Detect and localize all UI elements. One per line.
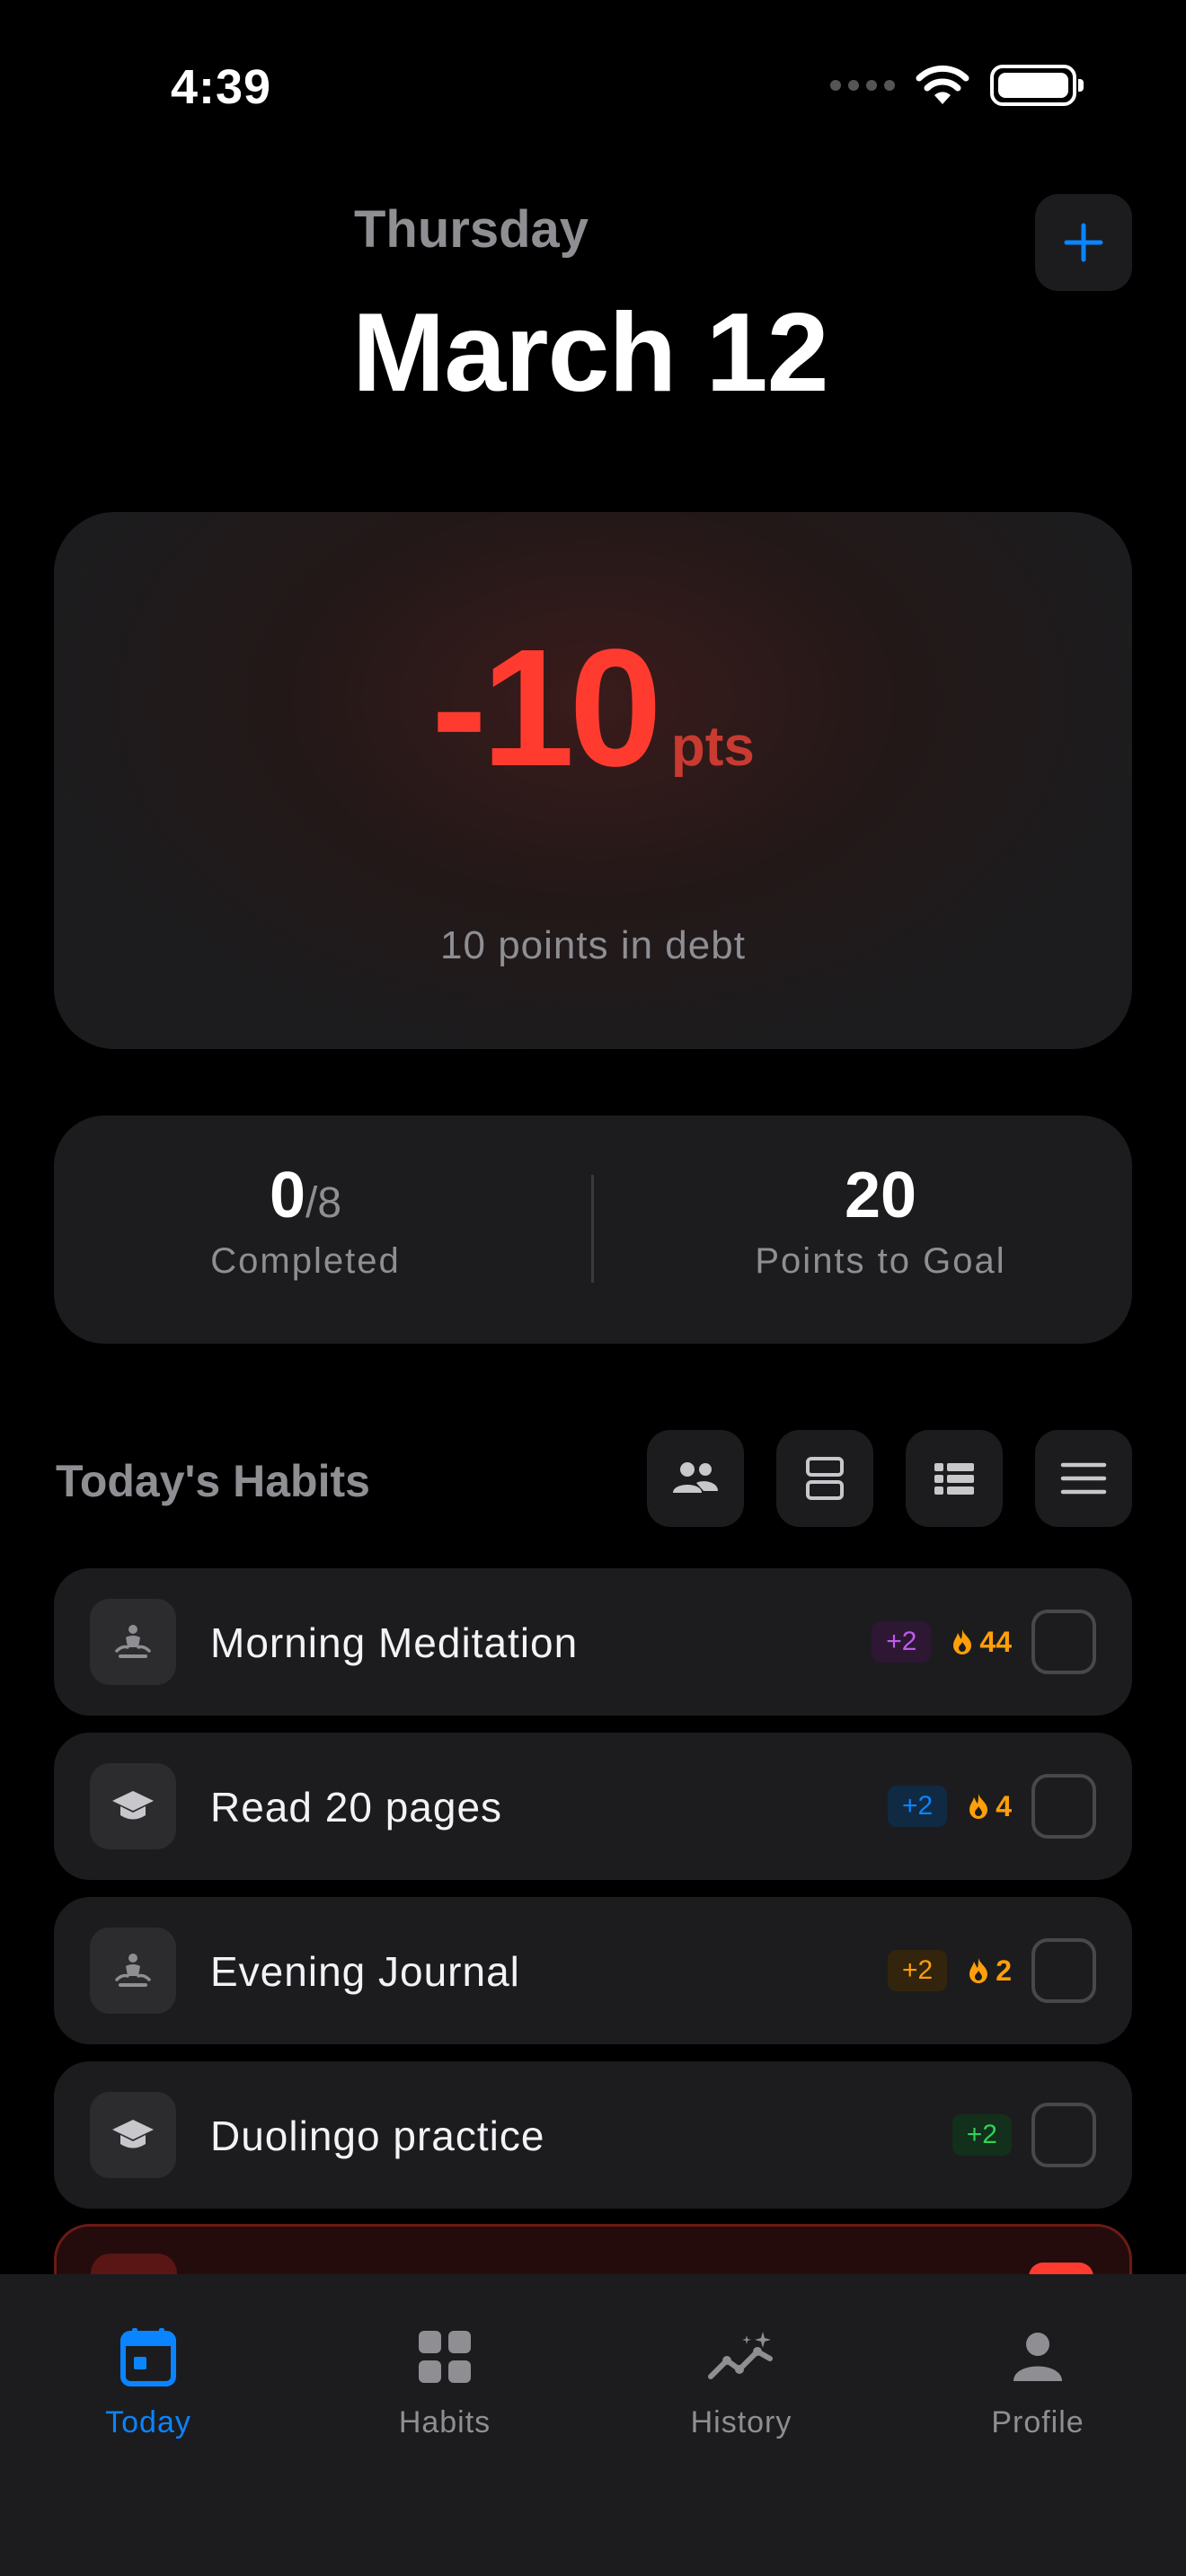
- score-value: -10: [431, 615, 662, 801]
- flame-icon: [967, 1957, 990, 1984]
- habit-name: Evening Journal: [210, 1948, 520, 1995]
- tab-history[interactable]: History: [593, 2274, 890, 2576]
- streak-count: 2: [996, 1954, 1012, 1987]
- tab-label: Habits: [398, 2405, 491, 2439]
- goal-stat: 20 Points to Goal: [629, 1159, 1132, 1282]
- person-icon: [1013, 2333, 1062, 2381]
- completed-label: Completed: [210, 1241, 401, 1281]
- flame-icon: [967, 1793, 990, 1820]
- view-toggle-group: [647, 1430, 1132, 1527]
- goal-points: 20: [844, 1160, 917, 1231]
- streak-indicator: 4: [967, 1790, 1012, 1823]
- status-time: 4:39: [171, 60, 272, 114]
- goal-label: Points to Goal: [755, 1241, 1006, 1281]
- list-view-button[interactable]: [906, 1430, 1003, 1527]
- completed-stat: 0/8 Completed: [54, 1159, 557, 1282]
- status-indicators: [830, 65, 1084, 106]
- tab-bar: Today Habits History Profile: [0, 2274, 1186, 2576]
- score-display: -10 pts: [54, 613, 1132, 804]
- add-habit-button[interactable]: [1035, 194, 1132, 291]
- habit-icon-tile: [90, 2092, 176, 2178]
- graduation-cap-icon: [111, 1787, 155, 1825]
- completion-checkbox[interactable]: [1031, 2103, 1096, 2167]
- streak-indicator: 2: [967, 1954, 1012, 1988]
- tab-label: Profile: [991, 2405, 1084, 2439]
- stats-divider: [591, 1175, 594, 1283]
- list-view-icon: [934, 1463, 974, 1495]
- habit-icon-tile: [90, 1928, 176, 2014]
- habit-name: Duolingo practice: [210, 2113, 545, 2159]
- habit-icon-tile: [90, 1763, 176, 1849]
- score-card: -10 pts 10 points in debt: [54, 512, 1132, 1049]
- habit-row[interactable]: Duolingo practice +2: [54, 2061, 1132, 2209]
- habit-name: Morning Meditation: [210, 1619, 579, 1666]
- date-title: March 12: [352, 291, 829, 415]
- cellular-signal-icon: [830, 80, 895, 91]
- habit-meta: +2 4: [887, 1774, 1096, 1839]
- meditation-icon: [113, 1951, 153, 1990]
- plus-icon: [1064, 223, 1103, 262]
- habit-meta: +2 44: [872, 1610, 1096, 1674]
- habit-row[interactable]: Evening Journal +2 2: [54, 1897, 1132, 2044]
- split-view-button[interactable]: [776, 1430, 873, 1527]
- tab-label: Today: [105, 2405, 191, 2439]
- completion-checkbox[interactable]: [1031, 1938, 1096, 2003]
- graduation-cap-icon: [111, 2116, 155, 2154]
- points-badge: +2: [872, 1621, 932, 1663]
- habit-row[interactable]: Read 20 pages +2 4: [54, 1733, 1132, 1880]
- habit-meta: +2: [951, 2103, 1096, 2167]
- streak-indicator: 44: [951, 1626, 1012, 1659]
- score-unit: pts: [670, 716, 755, 778]
- tab-profile[interactable]: Profile: [890, 2274, 1186, 2576]
- people-icon: [673, 1462, 718, 1493]
- wifi-icon: [916, 65, 969, 104]
- section-title: Today's Habits: [56, 1456, 370, 1506]
- tab-habits[interactable]: Habits: [296, 2274, 593, 2576]
- split-view-icon: [806, 1457, 844, 1500]
- chart-sparkle-icon: [708, 2332, 773, 2379]
- streak-count: 4: [996, 1789, 1012, 1822]
- points-badge: +2: [887, 1950, 948, 1991]
- habit-name: Read 20 pages: [210, 1784, 503, 1831]
- flame-icon: [951, 1628, 974, 1655]
- completed-count: 0: [269, 1160, 305, 1231]
- menu-icon: [1060, 1462, 1107, 1495]
- habit-row[interactable]: Morning Meditation +2 44: [54, 1568, 1132, 1716]
- habit-meta: +2 2: [887, 1938, 1096, 2003]
- habit-icon-tile: [90, 1599, 176, 1685]
- calendar-icon: [120, 2328, 176, 2386]
- meditation-icon: [113, 1622, 153, 1662]
- habit-list: Morning Meditation +2 44 Read 20 pages +2…: [54, 1568, 1132, 2226]
- grid-icon: [419, 2331, 471, 2383]
- compact-view-button[interactable]: [1035, 1430, 1132, 1527]
- battery-icon: [990, 65, 1084, 106]
- points-badge: +2: [951, 2114, 1012, 2156]
- stats-card: 0/8 Completed 20 Points to Goal: [54, 1116, 1132, 1344]
- score-caption: 10 points in debt: [440, 923, 746, 967]
- tab-today[interactable]: Today: [0, 2274, 296, 2576]
- streak-count: 44: [979, 1625, 1012, 1658]
- points-badge: +2: [887, 1786, 948, 1827]
- tab-label: History: [690, 2405, 792, 2439]
- completion-checkbox[interactable]: [1031, 1774, 1096, 1839]
- weekday-label: Thursday: [354, 200, 589, 259]
- today-screen: 4:39 Thursday March 12 -10 pts 10 points …: [0, 0, 1186, 2576]
- group-view-button[interactable]: [647, 1430, 744, 1527]
- completed-total: /8: [305, 1179, 342, 1227]
- completion-checkbox[interactable]: [1031, 1610, 1096, 1674]
